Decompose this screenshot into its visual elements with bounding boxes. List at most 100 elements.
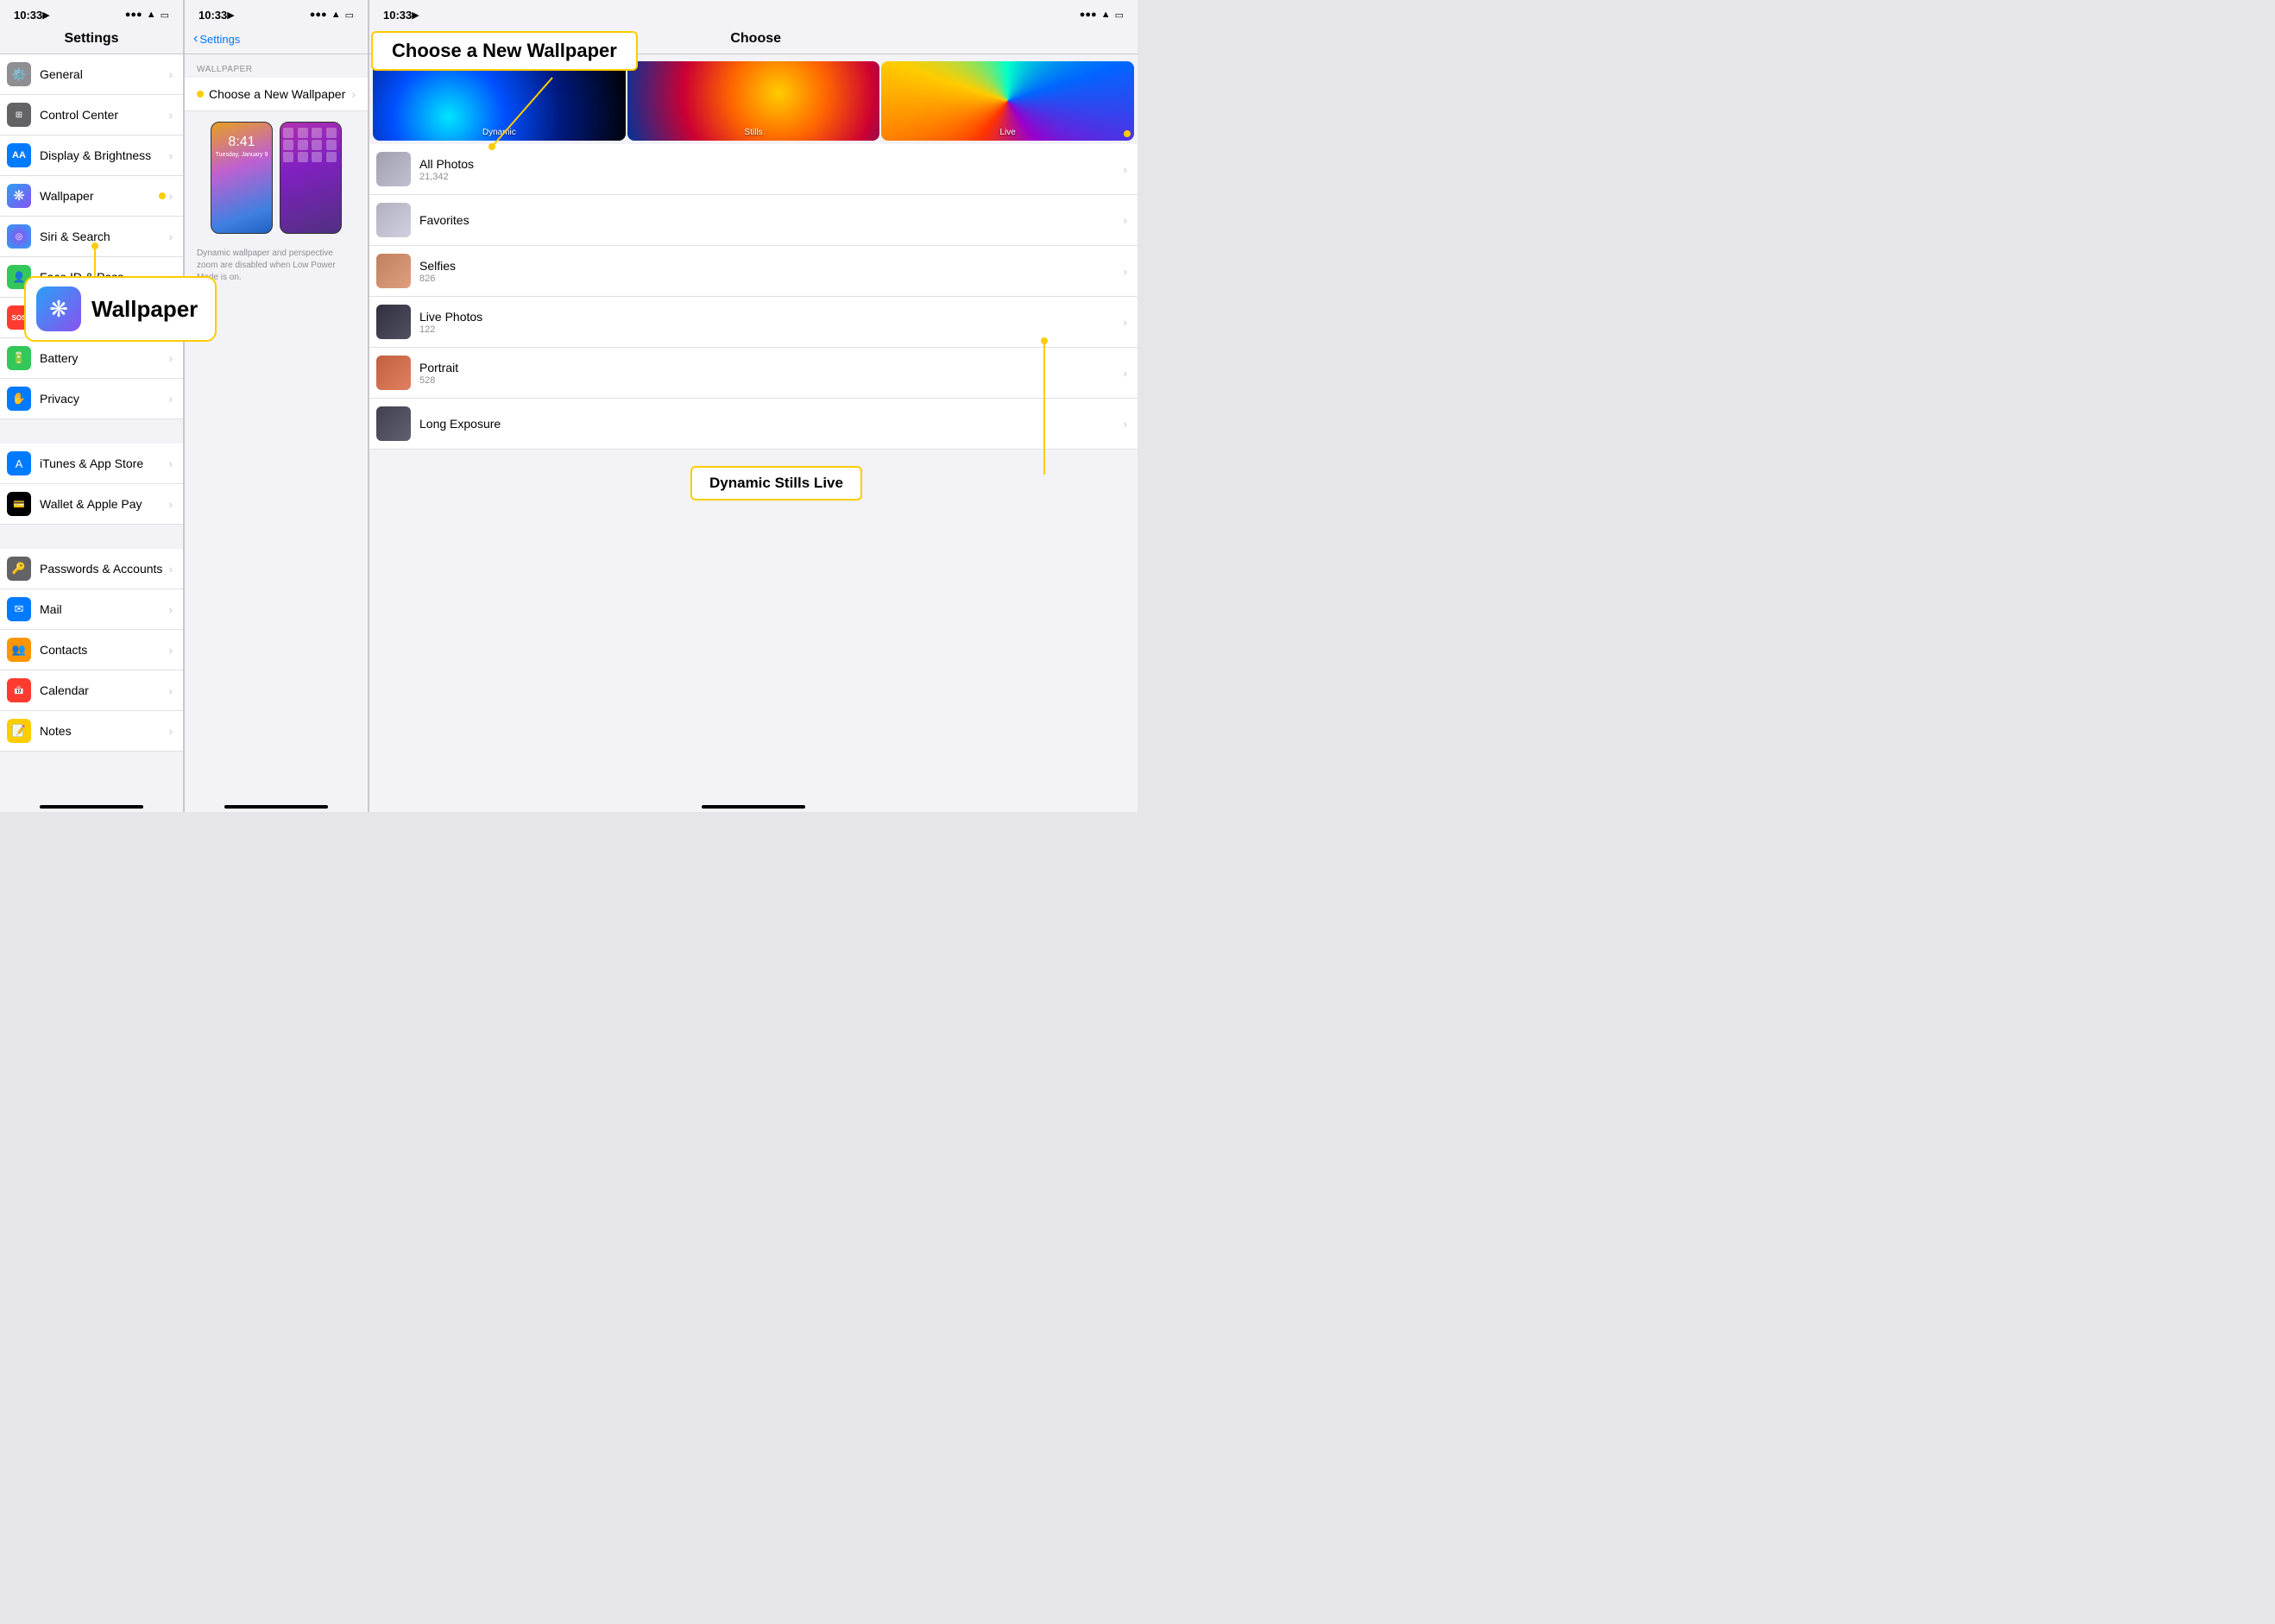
app-icon-12 — [326, 152, 337, 162]
album-selfies[interactable]: Selfies 826 › — [369, 246, 1138, 297]
contacts-icon: 👥 — [7, 638, 31, 662]
all-photos-text: All Photos 21,342 — [419, 157, 1124, 182]
siri-icon: ◎ — [7, 224, 31, 249]
settings-item-faceid[interactable]: 👤 Face ID & Pass › — [0, 257, 183, 298]
long-exposure-text: Long Exposure — [419, 417, 1124, 431]
wifi-icon-3: ▲ — [1101, 9, 1111, 20]
lockscreen-preview: 8:41 Tuesday, January 9 — [211, 122, 273, 234]
back-chevron-settings: ‹ — [193, 31, 198, 47]
screen-choose: 10:33 ▶ ●●● ▲ ▭ ‹ Wallpaper Choose Dynam… — [369, 0, 1138, 812]
album-all-photos[interactable]: All Photos 21,342 › — [369, 144, 1138, 195]
album-portrait[interactable]: Portrait 528 › — [369, 348, 1138, 399]
album-long-exposure[interactable]: Long Exposure › — [369, 399, 1138, 450]
battery-chevron: › — [169, 352, 173, 365]
category-stills[interactable]: Stills — [627, 61, 880, 141]
location-icon-1: ▶ — [42, 9, 49, 21]
favorites-chevron: › — [1124, 214, 1127, 227]
selfies-text: Selfies 826 — [419, 259, 1124, 284]
contacts-label: Contacts — [40, 643, 169, 657]
home-indicator-1 — [40, 805, 143, 809]
location-icon-3: ▶ — [412, 9, 419, 21]
lock-time: 8:41 — [211, 135, 272, 150]
notes-icon: 📝 — [7, 719, 31, 743]
settings-item-display[interactable]: AA Display & Brightness › — [0, 135, 183, 176]
sos-label: Emergency SOS — [40, 311, 169, 324]
calendar-label: Calendar — [40, 683, 169, 697]
settings-item-passwords[interactable]: 🔑 Passwords & Accounts › — [0, 549, 183, 589]
app-grid — [280, 123, 341, 167]
lock-date: Tuesday, January 9 — [211, 152, 272, 158]
time-3: 10:33 — [383, 9, 412, 22]
settings-item-wallet[interactable]: 💳 Wallet & Apple Pay › — [0, 484, 183, 525]
back-button-wallpaper[interactable]: ‹ Wallpaper — [378, 31, 434, 47]
choose-nav-bar: ‹ Wallpaper Choose — [369, 28, 1138, 54]
settings-item-appstore[interactable]: A iTunes & App Store › — [0, 444, 183, 484]
battery-icon-item: 🔋 — [7, 346, 31, 370]
wallpaper-note: Dynamic wallpaper and perspective zoom a… — [185, 244, 368, 294]
favorites-thumb — [376, 203, 411, 237]
faceid-label: Face ID & Pass — [40, 270, 169, 284]
app-icon-1 — [283, 128, 293, 138]
faceid-icon: 👤 — [7, 265, 31, 289]
portrait-text: Portrait 528 — [419, 361, 1124, 386]
settings-item-notes[interactable]: 📝 Notes › — [0, 711, 183, 752]
homescreen-preview — [280, 122, 342, 234]
privacy-label: Privacy — [40, 392, 169, 406]
siri-label: Siri & Search — [40, 230, 169, 243]
category-dynamic[interactable]: Dynamic — [373, 61, 626, 141]
display-label: Display & Brightness — [40, 148, 169, 162]
contacts-chevron: › — [169, 644, 173, 657]
wallet-label: Wallet & Apple Pay — [40, 497, 169, 511]
live-photos-chevron: › — [1124, 316, 1127, 329]
settings-item-wallpaper[interactable]: ❋ Wallpaper › — [0, 176, 183, 217]
settings-item-calendar[interactable]: 📅 Calendar › — [0, 670, 183, 711]
live-photos-text: Live Photos 122 — [419, 310, 1124, 335]
wallpaper-category-grid: Dynamic Stills Live — [369, 54, 1138, 144]
passwords-chevron: › — [169, 563, 173, 576]
settings-item-siri[interactable]: ◎ Siri & Search › — [0, 217, 183, 257]
choose-new-dot — [197, 91, 204, 98]
passwords-icon: 🔑 — [7, 557, 31, 581]
privacy-chevron: › — [169, 393, 173, 406]
settings-item-battery[interactable]: 🔋 Battery › — [0, 338, 183, 379]
all-photos-title: All Photos — [419, 157, 1124, 171]
long-exposure-thumb — [376, 406, 411, 441]
faceid-chevron: › — [169, 271, 173, 284]
settings-item-contacts[interactable]: 👥 Contacts › — [0, 630, 183, 670]
mail-chevron: › — [169, 603, 173, 616]
all-photos-chevron: › — [1124, 163, 1127, 176]
sos-icon: SOS — [7, 305, 31, 330]
portrait-count: 528 — [419, 375, 1124, 386]
settings-item-privacy[interactable]: ✋ Privacy › — [0, 379, 183, 419]
settings-item-sos[interactable]: SOS Emergency SOS › — [0, 298, 183, 338]
status-bar-1: 10:33 ▶ ●●● ▲ ▭ — [0, 0, 183, 28]
settings-separator-2 — [0, 525, 183, 549]
wallpaper-chevron: › — [169, 190, 173, 203]
live-dot — [1124, 130, 1131, 137]
portrait-thumb — [376, 356, 411, 390]
app-icon-6 — [298, 140, 308, 150]
settings-item-mail[interactable]: ✉ Mail › — [0, 589, 183, 630]
wallpaper-nav-bar: ‹ Settings — [185, 28, 368, 54]
back-button-settings[interactable]: ‹ Settings — [193, 31, 240, 47]
status-icons-1: ●●● ▲ ▭ — [125, 9, 169, 21]
wallpaper-label: Wallpaper — [40, 189, 159, 203]
home-indicator-2 — [224, 805, 328, 809]
album-favorites[interactable]: Favorites › — [369, 195, 1138, 246]
status-icons-2: ●●● ▲ ▭ — [310, 9, 354, 21]
settings-item-general[interactable]: ⚙️ General › — [0, 54, 183, 95]
control-center-icon: ⊞ — [7, 103, 31, 127]
status-bar-2: 10:33 ▶ ●●● ▲ ▭ — [185, 0, 368, 28]
portrait-chevron: › — [1124, 367, 1127, 380]
control-center-label: Control Center — [40, 108, 169, 122]
wallet-icon: 💳 — [7, 492, 31, 516]
portrait-title: Portrait — [419, 361, 1124, 375]
choose-wallpaper-row[interactable]: Choose a New Wallpaper › — [185, 78, 368, 111]
album-live-photos[interactable]: Live Photos 122 › — [369, 297, 1138, 348]
category-live[interactable]: Live — [881, 61, 1134, 141]
settings-item-control-center[interactable]: ⊞ Control Center › — [0, 95, 183, 135]
privacy-icon: ✋ — [7, 387, 31, 411]
app-icon-7 — [312, 140, 322, 150]
appstore-chevron: › — [169, 457, 173, 470]
mail-icon: ✉ — [7, 597, 31, 621]
